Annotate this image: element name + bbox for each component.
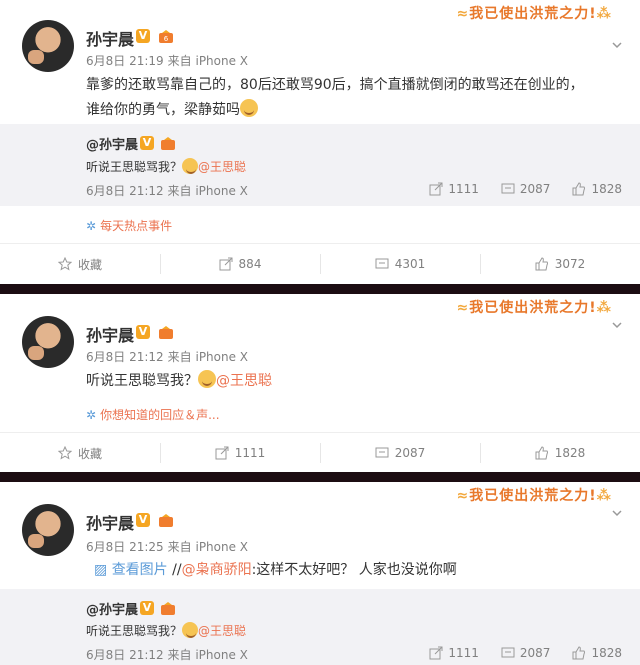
vip-icon: 6 <box>158 29 174 43</box>
emoji-icon <box>240 99 258 117</box>
divider <box>0 472 640 482</box>
mention-link[interactable]: @王思聪 <box>198 160 246 174</box>
share-icon <box>429 182 443 196</box>
repost-block[interactable]: @孙宇晨 V 听说王思聪骂我？ @王思聪 6月8日 21:12 来自 iPhone… <box>0 124 640 206</box>
svg-text:6: 6 <box>164 35 169 43</box>
vip-icon <box>158 325 174 339</box>
verified-icon: V <box>136 513 150 527</box>
share-icon <box>429 646 443 660</box>
avatar[interactable] <box>22 20 74 72</box>
smile-emoji-icon <box>182 622 199 638</box>
chevron-down-icon[interactable] <box>612 320 622 330</box>
post-text: 靠爹的还敢骂靠自己的，80后还敢骂90后，搞个直播就倒闭的敢骂还在创业的， 谁给… <box>86 77 584 118</box>
post-actions: 收藏 884 4301 3072 <box>0 243 640 284</box>
post-actions: 收藏 1111 2087 1828 <box>0 432 640 472</box>
repost-share-button[interactable]: 1111 <box>429 646 479 660</box>
favorite-button[interactable]: 收藏 <box>0 433 160 472</box>
repost-like-button[interactable]: 1828 <box>572 182 622 196</box>
avatar[interactable] <box>22 316 74 368</box>
comment-button[interactable]: 4301 <box>320 244 480 284</box>
verified-icon: V <box>136 29 150 43</box>
like-icon <box>572 182 586 196</box>
star-icon <box>57 446 72 460</box>
weibo-post-1: 孙宇晨 V 6 ≈我已使出洪荒之力!⁂ 6月8日 21:19 来自 iPhone … <box>0 0 640 284</box>
comment-icon <box>501 183 515 194</box>
verified-icon: V <box>140 601 154 615</box>
repost-author[interactable]: @孙宇晨 <box>86 599 138 618</box>
comment-icon <box>375 258 389 269</box>
smile-emoji-icon <box>182 158 199 174</box>
chevron-down-icon[interactable] <box>612 508 622 518</box>
repost-button[interactable]: 1111 <box>160 433 320 472</box>
author-name[interactable]: 孙宇晨 <box>86 26 134 50</box>
divider <box>0 284 640 294</box>
post-meta: 6月8日 21:25 来自 iPhone X <box>86 540 249 554</box>
repost-share-button[interactable]: 1111 <box>429 182 479 196</box>
repost-meta: 6月8日 21:12 来自 iPhone X <box>86 184 248 198</box>
repost-text: 听说王思聪骂我？ @王思聪 <box>86 158 247 174</box>
mention-link[interactable]: @枭商骄阳 <box>182 562 252 578</box>
like-button[interactable]: 1828 <box>480 433 640 472</box>
share-icon <box>219 257 233 271</box>
topic-link[interactable]: ✲ 你想知道的回应＆声... <box>86 406 220 423</box>
chevron-down-icon[interactable] <box>612 40 622 50</box>
like-icon <box>535 446 548 460</box>
repost-meta: 6月8日 21:12 来自 iPhone X <box>86 648 248 662</box>
author-name[interactable]: 孙宇晨 <box>86 322 134 346</box>
post-text: 听说王思聪骂我？ @王思聪 <box>86 369 620 394</box>
repost-comment-button[interactable]: 2087 <box>501 646 550 660</box>
promo-banner: ≈我已使出洪荒之力!⁂ <box>456 6 612 22</box>
topic-icon: ✲ <box>86 219 97 233</box>
mention-link[interactable]: @王思聪 <box>198 624 246 638</box>
smile-emoji-icon <box>198 370 216 388</box>
comment-icon <box>501 647 515 658</box>
promo-banner: ≈我已使出洪荒之力!⁂ <box>456 488 612 504</box>
vip-icon <box>160 136 176 150</box>
promo-banner: ≈我已使出洪荒之力!⁂ <box>456 300 612 316</box>
repost-actions: 1111 2087 1828 <box>429 646 622 660</box>
like-icon <box>572 646 586 660</box>
repost-author[interactable]: @孙宇晨 <box>86 134 138 153</box>
like-icon <box>535 257 548 271</box>
post-text: ▨ 查看图片 //@枭商骄阳:这样不太好吧？ 人家也没说你啊 <box>94 562 457 578</box>
post-meta: 6月8日 21:19 来自 iPhone X <box>86 54 249 68</box>
repost-block[interactable]: @孙宇晨 V 听说王思聪骂我？ @王思聪 6月8日 21:12 来自 iPhone… <box>0 589 640 665</box>
comment-icon <box>375 447 389 458</box>
repost-text: 听说王思聪骂我？ @王思聪 <box>86 622 247 638</box>
repost-actions: 1111 2087 1828 <box>429 182 622 196</box>
mention-link[interactable]: @王思聪 <box>216 373 272 389</box>
vip-icon <box>158 513 174 527</box>
topic-link[interactable]: ✲ 每天热点事件 <box>86 217 172 234</box>
view-image-link[interactable]: ▨ 查看图片 <box>94 562 168 578</box>
topic-icon: ✲ <box>86 408 97 422</box>
like-button[interactable]: 3072 <box>480 244 640 284</box>
favorite-button[interactable]: 收藏 <box>0 244 160 284</box>
weibo-post-2: 孙宇晨 V ≈我已使出洪荒之力!⁂ 6月8日 21:12 来自 iPhone X … <box>0 294 640 472</box>
vip-icon <box>160 601 176 615</box>
verified-icon: V <box>140 136 154 150</box>
avatar[interactable] <box>22 504 74 556</box>
repost-like-button[interactable]: 1828 <box>572 646 622 660</box>
share-icon <box>215 446 229 460</box>
post-meta: 6月8日 21:12 来自 iPhone X <box>86 350 249 364</box>
repost-comment-button[interactable]: 2087 <box>501 182 550 196</box>
weibo-post-3: 孙宇晨 V ≈我已使出洪荒之力!⁂ 6月8日 21:25 来自 iPhone X … <box>0 482 640 665</box>
comment-button[interactable]: 2087 <box>320 433 480 472</box>
image-icon: ▨ <box>94 562 108 578</box>
star-icon <box>57 257 72 271</box>
author-name[interactable]: 孙宇晨 <box>86 510 134 534</box>
verified-icon: V <box>136 325 150 339</box>
repost-button[interactable]: 884 <box>160 244 320 284</box>
